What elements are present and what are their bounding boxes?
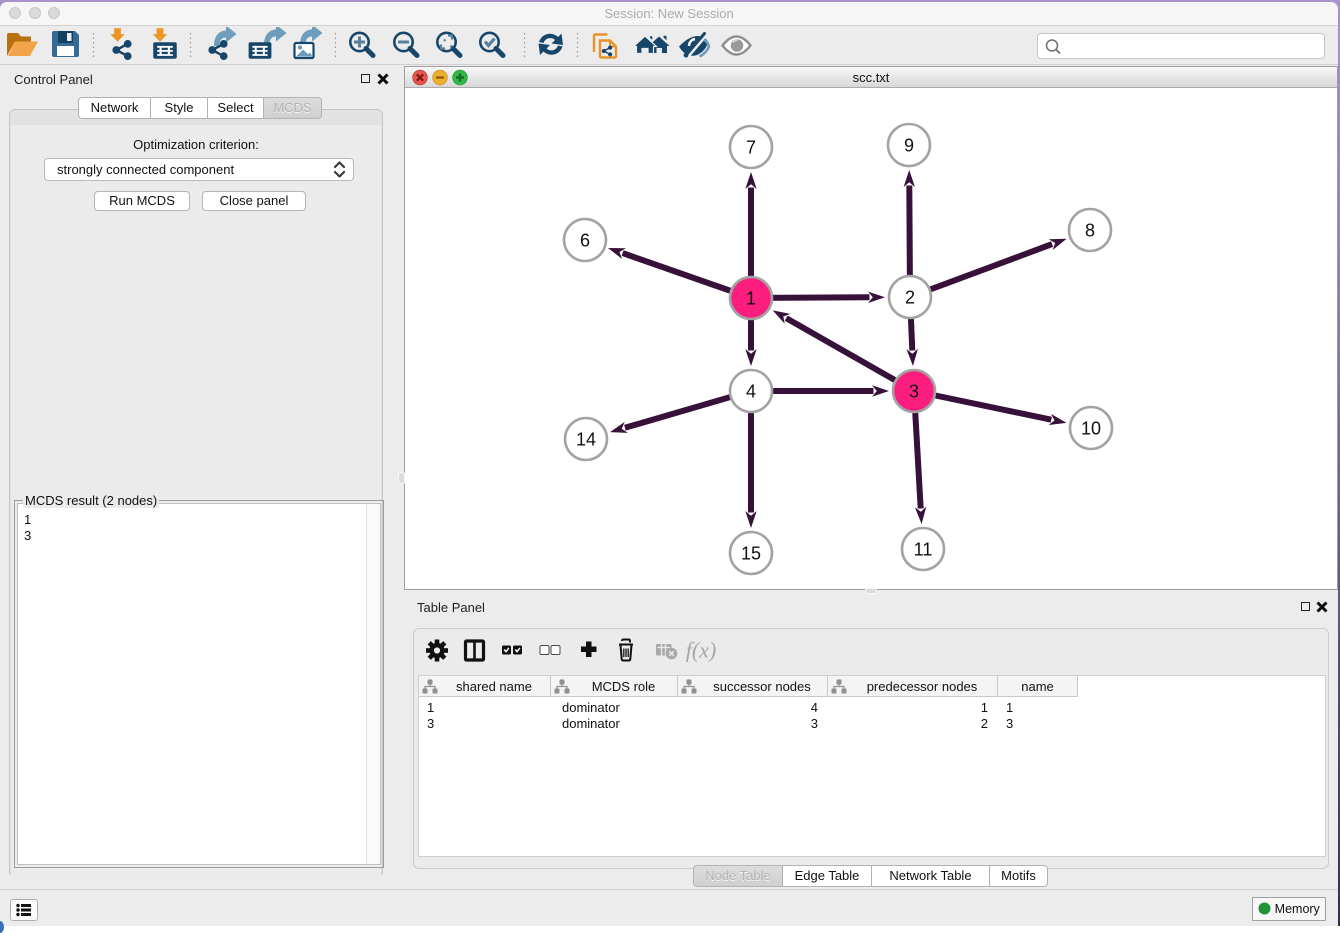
- svg-text:1: 1: [746, 289, 756, 309]
- svg-text:14: 14: [576, 430, 596, 450]
- svg-text:8: 8: [1085, 221, 1095, 241]
- svg-text:7: 7: [746, 138, 756, 158]
- svg-text:11: 11: [914, 540, 933, 560]
- svg-text:4: 4: [746, 382, 756, 402]
- svg-text:f(x): f(x): [686, 638, 717, 663]
- svg-text:9: 9: [904, 136, 914, 156]
- svg-text:10: 10: [1081, 419, 1101, 439]
- svg-text:3: 3: [909, 382, 919, 402]
- svg-text:15: 15: [741, 544, 761, 564]
- svg-text:6: 6: [580, 231, 590, 251]
- svg-text:2: 2: [905, 288, 915, 308]
